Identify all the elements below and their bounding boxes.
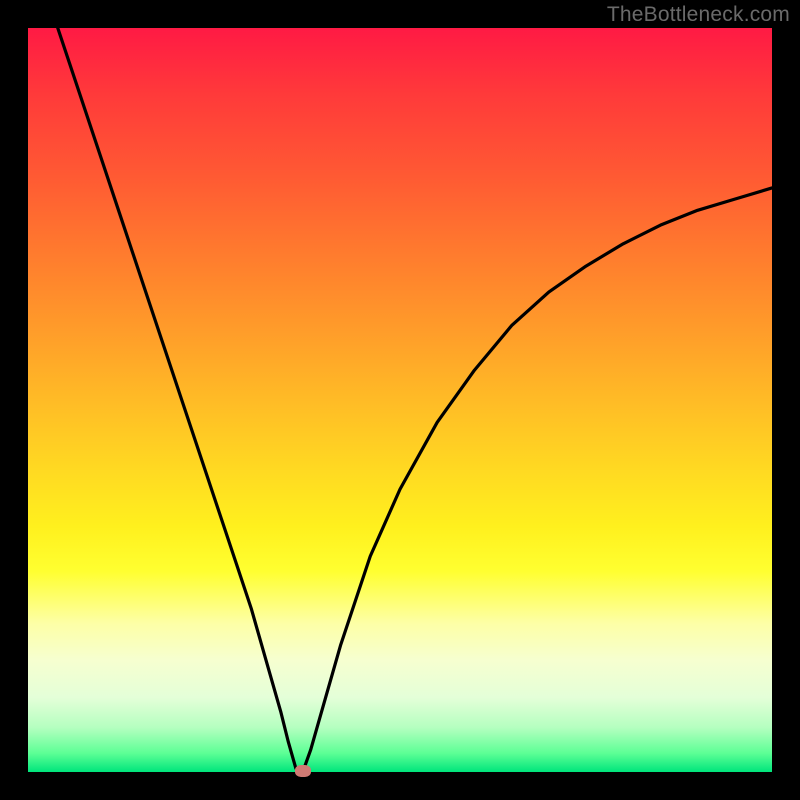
plot-area (28, 28, 772, 772)
optimal-point-marker (295, 765, 311, 777)
chart-frame: TheBottleneck.com (0, 0, 800, 800)
watermark-text: TheBottleneck.com (607, 3, 790, 27)
bottleneck-curve (28, 28, 772, 772)
